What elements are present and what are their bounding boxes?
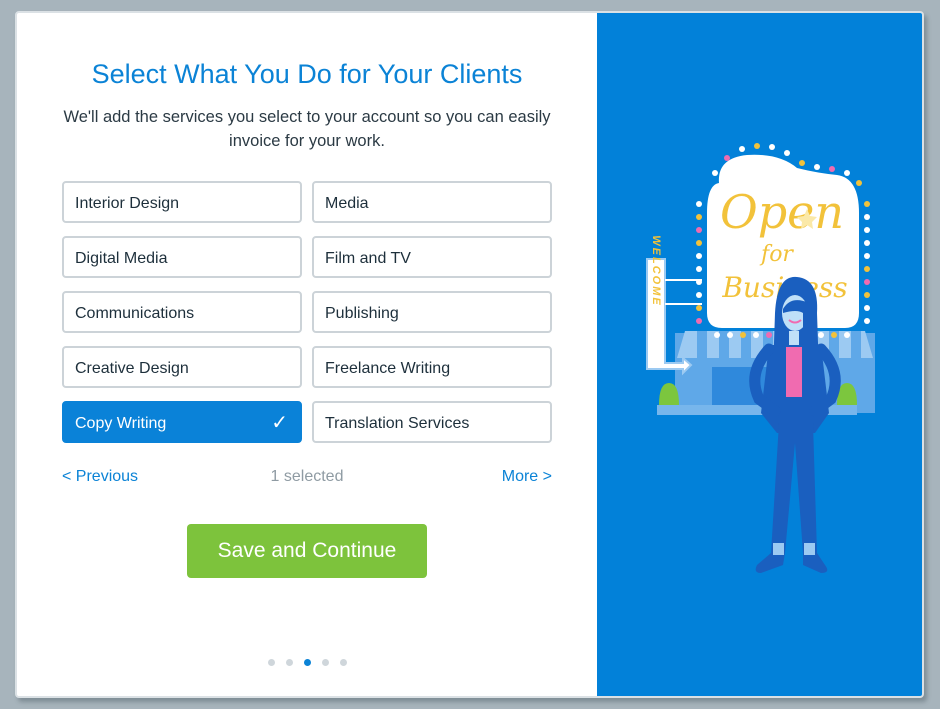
more-link[interactable]: More > <box>502 468 552 486</box>
service-option-freelance-writing[interactable]: Freelance Writing <box>312 346 552 388</box>
option-label: Interior Design <box>75 194 180 212</box>
marquee-light <box>712 170 718 176</box>
step-indicator <box>17 659 597 666</box>
option-label: Translation Services <box>325 414 470 432</box>
option-label: Digital Media <box>75 249 168 267</box>
save-and-continue-button[interactable]: Save and Continue <box>187 524 427 578</box>
marquee-light <box>856 180 862 186</box>
dialog-subtitle: We'll add the services you select to you… <box>63 108 551 150</box>
marquee-light <box>864 292 870 298</box>
open-for-business-illustration: WELCOME Open for Business <box>646 143 875 573</box>
marquee-light <box>696 253 702 259</box>
marquee-light <box>696 201 702 207</box>
marquee-light <box>784 150 790 156</box>
marquee-light <box>769 144 775 150</box>
service-option-copy-writing[interactable]: Copy Writing ✓ <box>62 401 302 443</box>
marquee-light <box>864 253 870 259</box>
service-option-creative-design[interactable]: Creative Design <box>62 346 302 388</box>
marquee-light <box>740 332 746 338</box>
marquee-light <box>864 266 870 272</box>
welcome-text: WELCOME <box>650 235 662 306</box>
marquee-light <box>864 201 870 207</box>
option-label: Freelance Writing <box>325 359 451 377</box>
marquee-light <box>831 332 837 338</box>
step-dot-2[interactable] <box>285 659 293 666</box>
marquee-light <box>696 305 702 311</box>
services-grid: Interior Design Media Digital Media Film… <box>62 181 552 443</box>
marquee-light <box>864 240 870 246</box>
option-label: Communications <box>75 304 195 322</box>
marquee-light <box>864 279 870 285</box>
marquee-light <box>818 332 824 338</box>
service-option-communications[interactable]: Communications <box>62 291 302 333</box>
option-label: Film and TV <box>325 249 411 267</box>
content-panel: Select What You Do for Your Clients We'l… <box>17 13 597 696</box>
marquee-light <box>753 332 759 338</box>
onboarding-dialog: Select What You Do for Your Clients We'l… <box>15 11 924 698</box>
service-option-digital-media[interactable]: Digital Media <box>62 236 302 278</box>
step-dot-5[interactable] <box>339 659 347 666</box>
marquee-light <box>727 332 733 338</box>
marquee-light <box>724 155 730 161</box>
marquee-light <box>829 166 835 172</box>
marquee-light <box>814 164 820 170</box>
dialog-title: Select What You Do for Your Clients <box>91 59 523 89</box>
service-option-interior-design[interactable]: Interior Design <box>62 181 302 223</box>
marquee-light <box>799 160 805 166</box>
marquee-light <box>864 227 870 233</box>
option-label: Creative Design <box>75 359 189 377</box>
marquee-light <box>696 227 702 233</box>
previous-link[interactable]: < Previous <box>62 468 138 486</box>
marquee-light <box>844 332 850 338</box>
step-dot-3[interactable] <box>303 659 311 666</box>
option-label: Copy Writing <box>75 414 167 432</box>
sign-text-for: for <box>759 242 794 267</box>
marquee-light <box>696 292 702 298</box>
service-option-media[interactable]: Media <box>312 181 552 223</box>
marquee-light <box>864 305 870 311</box>
checkmark-icon: ✓ <box>271 412 288 434</box>
service-option-translation-services[interactable]: Translation Services <box>312 401 552 443</box>
marquee-light <box>864 214 870 220</box>
marquee-light <box>844 170 850 176</box>
sign-text-open: Open <box>720 185 844 239</box>
illustration-panel: WELCOME Open for Business <box>597 13 922 696</box>
service-option-film-and-tv[interactable]: Film and TV <box>312 236 552 278</box>
marquee-light <box>766 332 772 338</box>
marquee-light <box>864 318 870 324</box>
option-label: Publishing <box>325 304 399 322</box>
marquee-light <box>714 332 720 338</box>
step-dot-4[interactable] <box>321 659 329 666</box>
option-label: Media <box>325 194 369 212</box>
marquee-light <box>696 214 702 220</box>
marquee-light <box>696 279 702 285</box>
step-dot-1[interactable] <box>267 659 275 666</box>
marquee-light <box>696 318 702 324</box>
service-option-publishing[interactable]: Publishing <box>312 291 552 333</box>
marquee-light <box>696 266 702 272</box>
marquee-light <box>696 240 702 246</box>
marquee-light <box>754 143 760 149</box>
marquee-light <box>739 146 745 152</box>
